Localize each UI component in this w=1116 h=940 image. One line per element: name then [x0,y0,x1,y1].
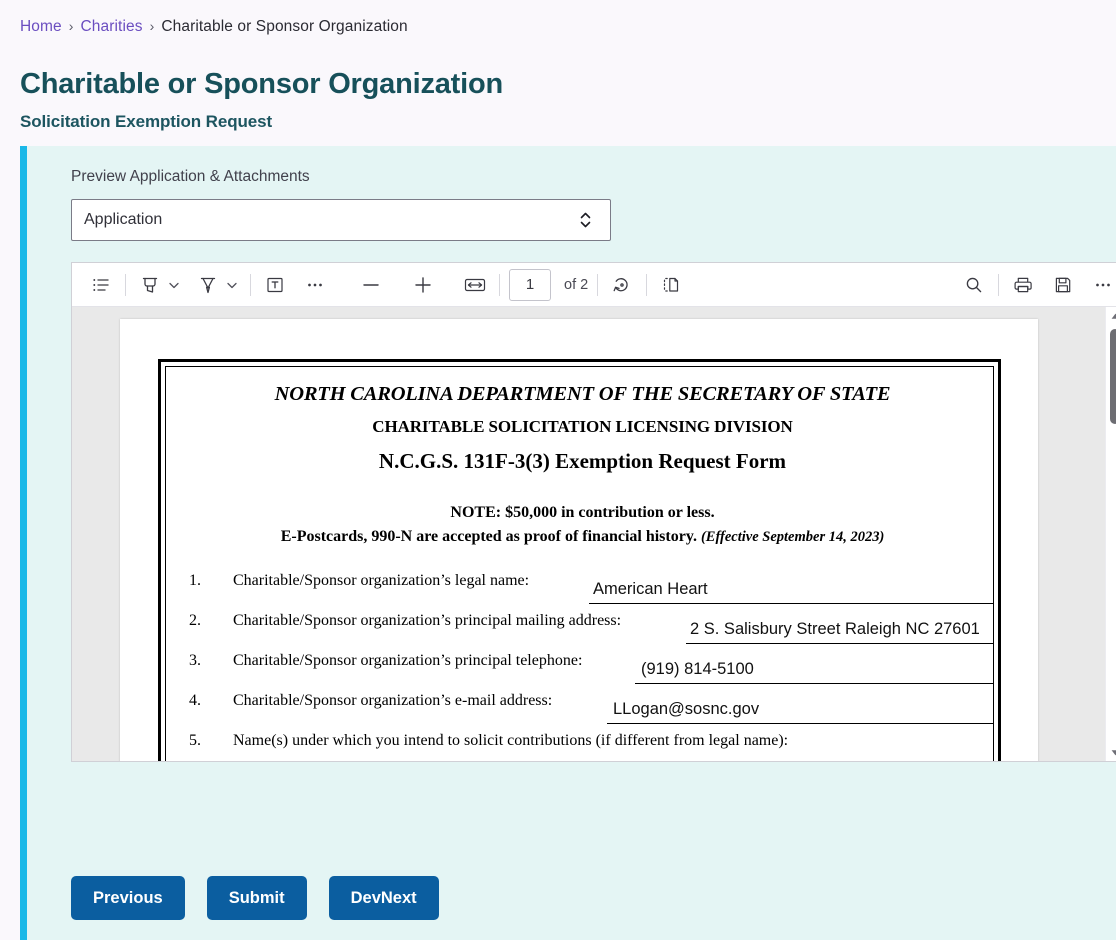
form-item-rule [607,723,994,724]
rotate-clockwise-icon[interactable] [607,270,637,300]
form-item-value-telephone: (919) 814-5100 [641,660,754,678]
form-item-3: 3. Charitable/Sponsor organization’s pri… [161,652,1004,692]
scroll-down-arrow-icon[interactable] [1106,743,1116,761]
breadcrumb-item-charities[interactable]: Charities [81,18,143,35]
form-item-number: 3. [189,652,201,669]
toolbar-divider [250,273,251,296]
form-title-heading: N.C.G.S. 131F-3(3) Exemption Request For… [378,449,787,473]
page-subtitle: Solicitation Exemption Request [20,112,273,131]
preview-panel: Preview Application & Attachments Applic… [20,146,1116,940]
breadcrumb-item-home[interactable]: Home [20,18,62,35]
save-icon[interactable] [1048,270,1078,300]
toolbar-divider [125,273,126,296]
pdf-toolbar: 1 of 2 [72,263,1116,307]
pdf-vertical-scrollbar[interactable] [1105,307,1116,761]
form-item-rule [635,683,994,684]
page-root: Home › Charities › Charitable or Sponsor Org… [0,0,1116,940]
page-total-label: of 2 [564,276,589,293]
form-item-label: Charitable/Sponsor organization’s legal … [233,572,530,589]
pdf-page-surface[interactable]: NORTH CAROLINA DEPARTMENT OF THE SECRETA… [72,307,1105,761]
form-item-number: 2. [189,612,201,629]
scrollbar-thumb[interactable] [1110,329,1116,424]
preview-label: Preview Application & Attachments [71,168,310,185]
form-item-label: Charitable/Sponsor organization’s e-mail… [233,692,553,709]
form-note-2-main: E-Postcards, 990-N are accepted as proof… [280,528,701,545]
chevron-down-icon-draw[interactable] [223,270,241,300]
minus-icon[interactable] [356,270,386,300]
list-icon[interactable] [86,270,116,300]
breadcrumb: Home › Charities › Charitable or Sponsor Org… [20,18,408,36]
form-item-1: 1. Charitable/Sponsor organization’s leg… [161,572,1004,612]
draw-pen-icon[interactable] [193,270,223,300]
form-item-rule [589,603,994,604]
spinner-arrows-icon [579,210,592,230]
toolbar-divider [499,273,500,296]
form-item-value-email: LLogan@sosnc.gov [613,700,760,718]
form-border: NORTH CAROLINA DEPARTMENT OF THE SECRETA… [158,359,1001,761]
form-agency-heading: NORTH CAROLINA DEPARTMENT OF THE SECRETA… [274,383,891,405]
form-note-1: NOTE: $50,000 in contribution or less. [450,504,715,521]
form-item-value-mailing-address: 2 S. Salisbury Street Raleigh NC 27601 [690,620,980,638]
breadcrumb-separator: › [68,18,74,34]
highlighter-icon[interactable] [135,270,165,300]
breadcrumb-separator: › [149,18,155,34]
form-item-number: 5. [189,732,201,749]
document-select[interactable]: Application [71,199,611,241]
breadcrumb-item-current: Charitable or Sponsor Organization [161,18,408,35]
form-item-label: Charitable/Sponsor organization’s princi… [233,612,622,629]
form-item-label: Name(s) under which you intend to solici… [233,732,789,749]
form-item-rule [686,643,994,644]
more-horizontal-icon[interactable] [300,270,330,300]
form-item-value-legal-name: American Heart [593,580,708,598]
page-title: Charitable or Sponsor Organization [20,68,504,100]
form-item-2: 2. Charitable/Sponsor organization’s pri… [161,612,1004,652]
add-text-icon[interactable] [260,270,290,300]
scroll-up-arrow-icon[interactable] [1106,307,1116,325]
form-item-number: 4. [189,692,201,709]
form-item-4: 4. Charitable/Sponsor organization’s e-m… [161,692,1004,732]
submit-button[interactable]: Submit [206,876,307,920]
form-items: 1. Charitable/Sponsor organization’s leg… [161,572,1004,761]
form-division-heading: CHARITABLE SOLICITATION LICENSING DIVISI… [372,417,793,436]
pdf-page-1: NORTH CAROLINA DEPARTMENT OF THE SECRETA… [120,319,1038,761]
toolbar-divider [597,273,599,296]
form-item-5: 5. Name(s) under which you intend to sol… [161,732,1004,761]
toolbar-divider [646,273,648,296]
page-number-input[interactable]: 1 [509,268,551,301]
form-item-label: Charitable/Sponsor organization’s princi… [233,652,583,669]
more-horizontal-icon-overflow[interactable] [1088,270,1116,300]
plus-icon[interactable] [408,270,438,300]
previous-button[interactable]: Previous [71,876,185,920]
form-note-2-effective: (Effective September 14, 2023) [700,529,885,545]
chevron-down-icon-highlighter[interactable] [165,270,183,300]
document-select-value: Application [84,211,163,228]
form-actions: Previous Submit DevNext [71,876,439,920]
search-icon[interactable] [959,270,989,300]
fit-to-width-icon[interactable] [460,270,490,300]
toolbar-divider [998,273,999,296]
form-item-number: 1. [189,572,201,589]
pdf-viewer: 1 of 2 NORTH CAROLINA DEPARTMENT OF THE … [71,262,1116,762]
devnext-button[interactable]: DevNext [328,876,439,920]
page-layout-icon[interactable] [656,270,686,300]
form-note-2: E-Postcards, 990-N are accepted as proof… [161,528,1004,546]
print-icon[interactable] [1008,270,1038,300]
form-content: NORTH CAROLINA DEPARTMENT OF THE SECRETA… [161,362,1004,761]
